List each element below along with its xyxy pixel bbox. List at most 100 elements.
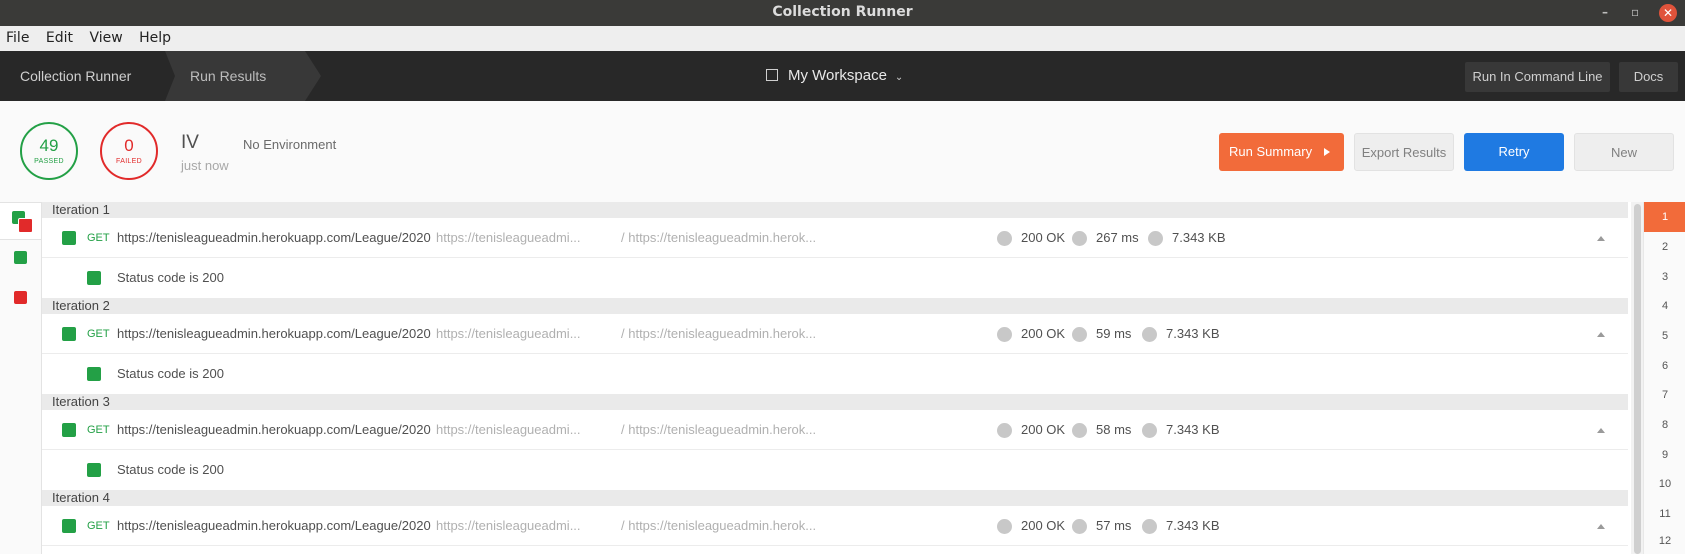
iteration-index-item[interactable]: 4 <box>1644 291 1685 321</box>
iteration-header: Iteration 2 <box>42 298 1628 314</box>
iteration-header: Iteration 4 <box>42 490 1628 506</box>
test-row: Status code is 200 <box>42 354 1628 394</box>
response-time: 58 ms <box>1096 422 1132 437</box>
iteration-index-item[interactable]: 7 <box>1644 380 1685 410</box>
request-url: https://tenisleagueadmin.herokuapp.com/L… <box>117 326 431 341</box>
chevron-down-icon: ⌄ <box>894 72 904 83</box>
iteration-header: Iteration 3 <box>42 394 1628 410</box>
pass-square-icon <box>62 423 76 437</box>
pass-square-icon <box>62 327 76 341</box>
iteration-index-item[interactable]: 5 <box>1644 321 1685 351</box>
pass-square-icon <box>87 271 101 285</box>
collapse-caret-icon[interactable] <box>1597 236 1605 241</box>
window-title: Collection Runner <box>772 4 913 20</box>
iteration-index-item[interactable]: 12 <box>1644 526 1685 556</box>
iteration-index-item[interactable]: 8 <box>1644 410 1685 440</box>
iteration-index-item[interactable]: 6 <box>1644 351 1685 381</box>
breadcrumb-collection-runner[interactable]: Collection Runner <box>0 51 175 101</box>
results-list: Iteration 1 GET https://tenisleagueadmin… <box>42 202 1628 554</box>
request-url: https://tenisleagueadmin.herokuapp.com/L… <box>117 422 431 437</box>
new-button[interactable]: New <box>1574 133 1674 171</box>
request-url-short: https://tenisleagueadmi... <box>436 326 581 341</box>
run-time: just now <box>181 158 229 173</box>
size-dot-icon <box>1142 423 1157 438</box>
request-url-short: https://tenisleagueadmi... <box>436 518 581 533</box>
passed-count: 49 <box>39 136 59 155</box>
request-row[interactable]: GET https://tenisleagueadmin.herokuapp.c… <box>42 314 1628 354</box>
request-row[interactable]: GET https://tenisleagueadmin.herokuapp.c… <box>42 506 1628 546</box>
test-name: Status code is 200 <box>117 270 224 285</box>
fail-square-icon <box>18 218 33 233</box>
request-row[interactable]: GET https://tenisleagueadmin.herokuapp.c… <box>42 218 1628 258</box>
request-row[interactable]: GET https://tenisleagueadmin.herokuapp.c… <box>42 410 1628 450</box>
response-size: 7.343 KB <box>1172 230 1226 245</box>
iteration-index-item[interactable]: 9 <box>1644 440 1685 470</box>
collapse-caret-icon[interactable] <box>1597 428 1605 433</box>
results-scrollbar-thumb[interactable] <box>1634 204 1641 554</box>
request-method: GET <box>87 520 110 532</box>
size-dot-icon <box>1142 519 1157 534</box>
workspace-name: My Workspace <box>788 67 887 84</box>
app-header: Run Results Collection Runner My Workspa… <box>0 51 1685 101</box>
filter-all[interactable] <box>0 202 41 240</box>
menu-help[interactable]: Help <box>133 26 177 51</box>
iteration-header: Iteration 1 <box>42 202 1628 218</box>
run-in-command-line-button[interactable]: Run In Command Line <box>1465 62 1610 92</box>
minimize-icon[interactable]: – <box>1602 0 1608 26</box>
filter-failed[interactable] <box>0 280 41 316</box>
iteration-index-item[interactable]: 11 <box>1644 499 1685 529</box>
status-dot-icon <box>997 423 1012 438</box>
pass-square-icon <box>14 251 27 264</box>
retry-button[interactable]: Retry <box>1464 133 1564 171</box>
menu-view[interactable]: View <box>83 26 128 51</box>
response-size: 7.343 KB <box>1166 326 1220 341</box>
test-row: Status code is 200 <box>42 258 1628 298</box>
docs-button[interactable]: Docs <box>1619 62 1678 92</box>
breadcrumb-run-results[interactable]: Run Results <box>160 51 321 101</box>
status-dot-icon <box>997 519 1012 534</box>
status-dot-icon <box>997 231 1012 246</box>
restore-icon[interactable]: ▫ <box>1631 0 1639 26</box>
request-path-short: / https://tenisleagueadmin.herok... <box>621 518 817 533</box>
collapse-caret-icon[interactable] <box>1597 332 1605 337</box>
time-dot-icon <box>1072 519 1087 534</box>
response-size: 7.343 KB <box>1166 518 1220 533</box>
response-time: 267 ms <box>1096 230 1139 245</box>
environment-name: No Environment <box>243 137 337 152</box>
failed-label: FAILED <box>116 158 142 165</box>
export-results-button[interactable]: Export Results <box>1354 133 1454 171</box>
response-status: 200 OK <box>1021 326 1066 341</box>
menu-file[interactable]: File <box>0 26 35 51</box>
test-name: Status code is 200 <box>117 462 224 477</box>
response-status: 200 OK <box>1021 422 1066 437</box>
close-icon[interactable]: ✕ <box>1659 4 1677 22</box>
iteration-index-item[interactable]: 1 <box>1644 202 1685 232</box>
iteration-index-item[interactable]: 10 <box>1644 469 1685 499</box>
iteration-index-item[interactable]: 3 <box>1644 262 1685 292</box>
filter-passed[interactable] <box>0 240 41 276</box>
collapse-caret-icon[interactable] <box>1597 524 1605 529</box>
request-method: GET <box>87 328 110 340</box>
pass-square-icon <box>62 231 76 245</box>
fail-square-icon <box>14 291 27 304</box>
iteration-index-item[interactable]: 2 <box>1644 232 1685 262</box>
passed-count-badge: 49 PASSED <box>20 122 78 180</box>
test-name: Status code is 200 <box>117 366 224 381</box>
request-path-short: / https://tenisleagueadmin.herok... <box>621 326 817 341</box>
pass-square-icon <box>87 367 101 381</box>
test-row: Status code is 200 <box>42 450 1628 490</box>
menu-edit[interactable]: Edit <box>40 26 79 51</box>
response-size: 7.343 KB <box>1166 422 1220 437</box>
response-status: 200 OK <box>1021 230 1066 245</box>
response-status: 200 OK <box>1021 518 1066 533</box>
passed-label: PASSED <box>34 158 64 165</box>
collection-name: IV <box>181 132 199 153</box>
request-url: https://tenisleagueadmin.herokuapp.com/L… <box>117 518 431 533</box>
request-url-short: https://tenisleagueadmi... <box>436 230 581 245</box>
status-dot-icon <box>997 327 1012 342</box>
time-dot-icon <box>1072 231 1087 246</box>
request-path-short: / https://tenisleagueadmin.herok... <box>621 422 817 437</box>
run-summary-button[interactable]: Run Summary <box>1219 133 1344 171</box>
pass-square-icon <box>62 519 76 533</box>
workspace-selector[interactable]: My Workspace ⌄ <box>766 51 903 101</box>
